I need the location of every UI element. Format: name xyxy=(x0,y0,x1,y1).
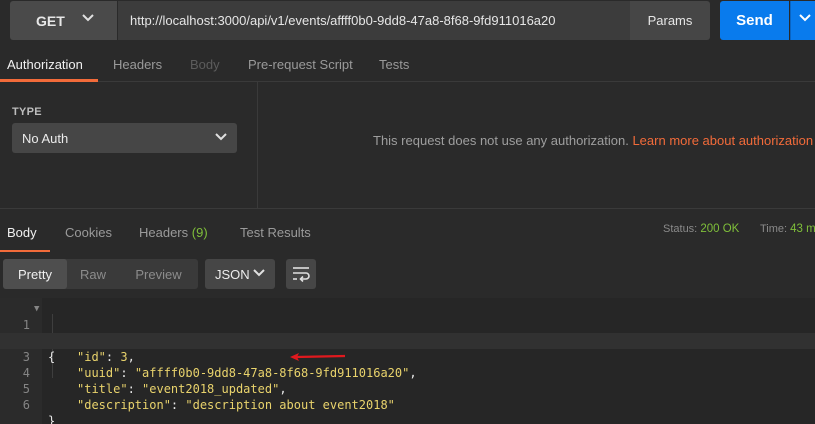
response-tabs: Body Cookies Headers (9) Test Results St… xyxy=(0,208,815,253)
auth-message: This request does not use any authorizat… xyxy=(373,133,813,148)
wrap-lines-button[interactable] xyxy=(286,259,316,289)
method-select[interactable]: GET xyxy=(10,1,117,40)
response-toolbar: Pretty Raw Preview JSON xyxy=(0,252,815,298)
code-text: "description": "description about event2… xyxy=(77,398,395,412)
learn-more-auth-link[interactable]: Learn more about authorization xyxy=(632,133,813,148)
tab-test-results[interactable]: Test Results xyxy=(240,225,311,240)
chevron-down-icon xyxy=(82,14,94,22)
url-input[interactable]: http://localhost:3000/api/v1/events/afff… xyxy=(118,1,630,40)
auth-type-panel: TYPE No Auth xyxy=(0,82,258,208)
request-bar: GET http://localhost:3000/api/v1/events/… xyxy=(0,0,815,48)
json-key: "description" xyxy=(77,398,171,412)
view-raw-button[interactable]: Raw xyxy=(67,259,119,289)
auth-info-panel: This request does not use any authorizat… xyxy=(258,82,815,208)
tab-response-body[interactable]: Body xyxy=(7,225,37,240)
response-body-editor[interactable]: 1 ▼ { 2 "id": 3, 3 "uuid": "affff0b0-9dd… xyxy=(0,298,815,424)
code-line: 1 ▼ { xyxy=(0,301,815,364)
code-line: 3 "uuid": "affff0b0-9dd8-47a8-8f68-9fd91… xyxy=(0,333,815,380)
chevron-down-icon xyxy=(253,269,265,277)
auth-message-text: This request does not use any authorizat… xyxy=(373,133,629,148)
tab-tests[interactable]: Tests xyxy=(379,57,409,72)
json-value: "description about event2018" xyxy=(185,398,395,412)
time-label: Time: xyxy=(760,223,788,235)
wrap-lines-icon xyxy=(293,267,310,282)
params-button[interactable]: Params xyxy=(630,1,710,40)
chevron-down-icon xyxy=(799,14,811,22)
tab-response-headers[interactable]: Headers (9) xyxy=(139,225,208,240)
code-text: } xyxy=(48,414,56,424)
response-headers-label: Headers xyxy=(139,225,189,240)
tab-pre-request-script[interactable]: Pre-request Script xyxy=(248,57,353,72)
status-label: Status: xyxy=(663,223,698,235)
time-value: 43 m xyxy=(790,223,815,235)
method-label: GET xyxy=(36,12,65,29)
request-tabs: Authorization Headers Body Pre-request S… xyxy=(0,48,815,82)
auth-type-label: TYPE xyxy=(12,106,42,118)
auth-type-select[interactable]: No Auth xyxy=(12,123,237,153)
status-value: 200 OK xyxy=(700,223,740,235)
tab-body[interactable]: Body xyxy=(190,57,220,72)
chevron-down-icon xyxy=(215,133,227,141)
fold-arrow-icon[interactable]: ▼ xyxy=(34,301,39,317)
code-line: 2 "id": 3, xyxy=(0,317,815,364)
headers-count-badge: (9) xyxy=(191,225,208,240)
auth-type-value: No Auth xyxy=(22,130,69,146)
line-number: 6 xyxy=(22,398,30,412)
status-readout: Status: 200 OK xyxy=(663,223,739,235)
code-line: 4 "title": "event2018_updated", xyxy=(0,349,815,396)
annotation-arrow-icon xyxy=(290,353,346,361)
tab-headers[interactable]: Headers xyxy=(113,57,162,72)
view-preview-button[interactable]: Preview xyxy=(119,259,198,289)
format-select[interactable]: JSON xyxy=(205,259,275,289)
send-options-button[interactable] xyxy=(790,1,815,40)
tab-authorization[interactable]: Authorization xyxy=(7,57,83,72)
view-mode-group: Pretty Raw Preview xyxy=(3,259,198,289)
time-readout: Time: 43 m xyxy=(760,223,815,235)
format-value: JSON xyxy=(215,266,250,282)
code-line: 5 "description": "description about even… xyxy=(0,365,815,412)
send-button[interactable]: Send xyxy=(720,1,789,40)
code-line: 6 } xyxy=(0,381,815,424)
tab-cookies[interactable]: Cookies xyxy=(65,225,112,240)
view-pretty-button[interactable]: Pretty xyxy=(3,259,67,289)
